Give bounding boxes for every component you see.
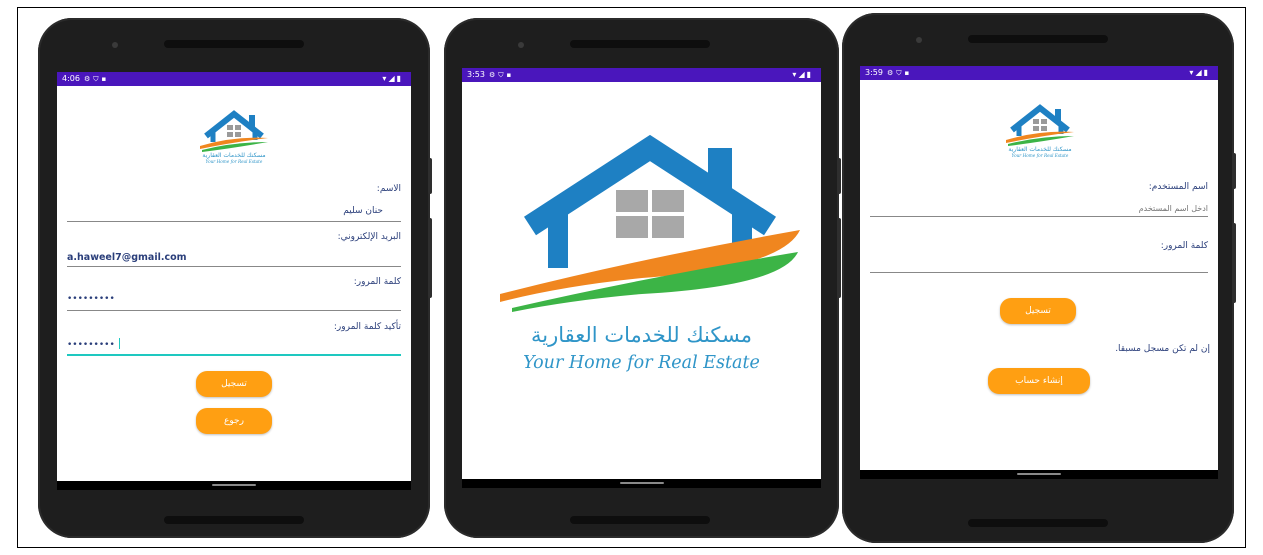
login-screen: 3:59 ⚙⛉▪ ▾◢▮ مسكنك للخدمات العقارية Your… [860,66,1218,479]
username-input[interactable] [870,200,1208,217]
phone-splash: 3:53 ⚙⛉▪ ▾◢▮ مسكنك للخدمات العقارية Your… [444,18,841,538]
splash-logo [500,134,800,312]
email-field[interactable]: a.haweel7@gmail.com [67,252,187,263]
side-button [837,218,841,298]
signal-icon: ◢ [798,70,807,79]
earpiece-speaker [570,40,710,48]
home-indicator[interactable] [212,484,256,486]
name-underline [67,221,401,222]
status-bar: 4:06 ⚙⛉▪ ▾◢▮ [57,72,411,86]
password-field[interactable]: ••••••••• [67,294,115,304]
nav-bar [462,479,821,488]
signal-icon: ◢ [388,74,397,83]
password-label: كلمة المرور: [353,277,401,287]
login-button[interactable]: تسجيل [1000,298,1076,324]
name-field[interactable]: حنان سليم [343,206,383,216]
sim-card-icon: ▪ [101,75,110,83]
battery-icon: ▮ [1203,68,1210,77]
side-button [1232,153,1236,189]
status-icons-right: ▾◢▮ [1189,66,1210,80]
confirm-password-value: ••••••••• [67,340,115,350]
front-camera [916,37,922,43]
splash-english-text: Your Home for Real Estate [523,353,760,373]
side-button [428,158,432,194]
shield-icon: ⛉ [93,75,102,83]
nav-bar [57,481,411,490]
status-icons-right: ▾◢▮ [792,68,813,82]
status-icons-right: ▾◢▮ [382,72,403,86]
status-bar: 3:53 ⚙⛉▪ ▾◢▮ [462,68,821,82]
register-screen: 4:06 ⚙⛉▪ ▾◢▮ مسكنك للخدمات العقارية Your… [57,72,411,490]
create-account-button[interactable]: إنشاء حساب [988,368,1090,394]
status-icons-left: ⚙⛉▪ [489,68,514,82]
front-camera [112,42,118,48]
confirm-password-underline [67,354,401,356]
phone-login: 3:59 ⚙⛉▪ ▾◢▮ مسكنك للخدمات العقارية Your… [842,13,1236,543]
status-icons-left: ⚙⛉▪ [84,72,109,86]
battery-icon: ▮ [806,70,813,79]
password-label: كلمة المرور: [1160,241,1208,251]
front-camera [518,42,524,48]
logo-english-text: Your Home for Real Estate [1012,153,1069,158]
signal-icon: ◢ [1195,68,1204,77]
shield-icon: ⛉ [498,71,507,79]
sim-card-icon: ▪ [904,69,913,77]
phone-register: 4:06 ⚙⛉▪ ▾◢▮ مسكنك للخدمات العقارية Your… [38,18,432,538]
gear-icon: ⚙ [887,69,897,77]
splash-screen: 3:53 ⚙⛉▪ ▾◢▮ مسكنك للخدمات العقارية Your… [462,68,821,488]
username-label: اسم المستخدم: [1148,182,1208,192]
status-icons-left: ⚙⛉▪ [887,66,912,80]
app-logo: مسكنك للخدمات العقارية Your Home for Rea… [200,110,268,164]
logo-english-text: Your Home for Real Estate [206,159,263,164]
name-label: الاسم: [376,184,401,194]
house-icon [200,110,268,152]
gear-icon: ⚙ [84,75,94,83]
side-button [1232,223,1236,303]
home-indicator[interactable] [1017,473,1061,475]
register-button[interactable]: تسجيل [196,371,272,397]
house-icon [500,134,800,312]
logo-arabic-text: مسكنك للخدمات العقارية [1008,146,1071,153]
nav-bar [860,470,1218,479]
password-underline [67,310,401,311]
no-account-text: إن لم تكن مسجل مسبقا. [1115,344,1210,354]
email-underline [67,266,401,267]
back-button[interactable]: رجوع [196,408,272,434]
status-bar: 3:59 ⚙⛉▪ ▾◢▮ [860,66,1218,80]
sim-card-icon: ▪ [506,71,515,79]
home-indicator[interactable] [619,482,664,484]
password-input[interactable] [870,272,1208,273]
status-time: 4:06 [62,74,80,83]
splash-arabic-text: مسكنك للخدمات العقارية [531,323,752,347]
battery-icon: ▮ [396,74,403,83]
shield-icon: ⛉ [896,69,905,77]
logo-arabic-text: مسكنك للخدمات العقارية [202,152,265,159]
side-button [428,218,432,298]
bottom-speaker [968,519,1108,527]
bottom-speaker [164,516,304,524]
side-button [837,158,841,194]
status-time: 3:53 [467,70,485,79]
gear-icon: ⚙ [489,71,499,79]
earpiece-speaker [164,40,304,48]
app-logo: مسكنك للخدمات العقارية Your Home for Rea… [1006,104,1074,158]
confirm-password-label: تأكيد كلمة المرور: [333,322,401,332]
earpiece-speaker [968,35,1108,43]
house-icon [1006,104,1074,146]
text-cursor [118,338,120,349]
confirm-password-field[interactable]: ••••••••• [67,338,120,350]
status-time: 3:59 [865,68,883,77]
email-label: البريد الإلكتروني: [337,232,401,242]
bottom-speaker [570,516,710,524]
